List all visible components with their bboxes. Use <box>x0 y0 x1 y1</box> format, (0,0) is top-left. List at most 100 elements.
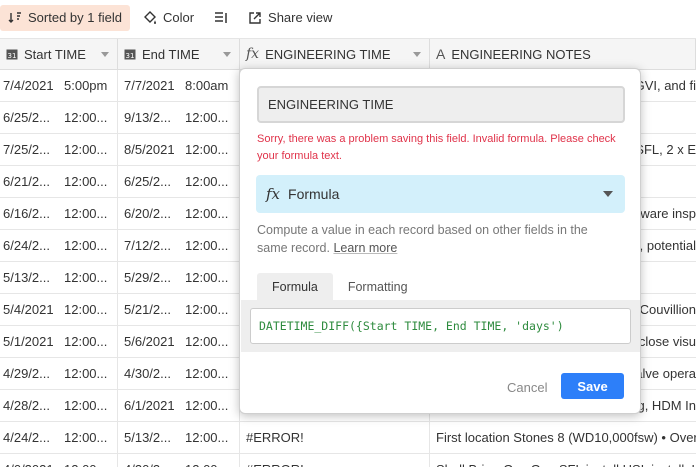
share-view-button[interactable]: Share view <box>240 5 340 31</box>
field-name-input[interactable]: ENGINEERING TIME <box>257 86 625 123</box>
end-time: 12:00... <box>185 430 229 445</box>
column-label: End TIME <box>142 46 200 62</box>
start-time-cell[interactable]: 6/21/2... 12:00... <box>0 166 118 197</box>
end-time-cell[interactable]: 6/20/2... 12:00... <box>118 198 240 229</box>
end-time-cell[interactable]: 5/21/2... 12:00... <box>118 294 240 325</box>
end-time: 12:00... <box>185 174 229 189</box>
color-button[interactable]: Color <box>134 5 202 31</box>
end-time: 12:00 <box>185 462 218 467</box>
start-date: 5/13/2... <box>3 270 50 285</box>
end-time-cell[interactable]: 8/5/2021 12:00... <box>118 134 240 165</box>
table-row[interactable]: 4/0/202112:004/20/212:00#ERROR!Shell Bri… <box>0 454 696 467</box>
start-date: 6/24/2... <box>3 238 50 253</box>
error-message: Sorry, there was a problem saving this f… <box>257 133 616 162</box>
column-header-end-time[interactable]: 31 End TIME <box>118 39 240 69</box>
start-time: 12:00... <box>64 110 108 125</box>
start-time-cell[interactable]: 7/4/2021 5:00pm <box>0 70 118 101</box>
field-type-description: Compute a value in each record based on … <box>257 221 617 257</box>
engineering-notes-cell[interactable]: First location Stones 8 (WD10,000fsw) • … <box>430 422 696 453</box>
sort-button[interactable]: Sorted by 1 field <box>0 4 130 31</box>
engineering-notes-cell[interactable]: Shell Briar: Gas Gen SFL install HSL ins… <box>430 454 696 467</box>
start-time-cell[interactable]: 5/4/2021 12:00... <box>0 294 118 325</box>
start-time: 12:00... <box>64 334 108 349</box>
formula-input[interactable]: DATETIME_DIFF({Start TIME, End TIME, 'da… <box>250 308 631 344</box>
engineering-notes-value: Shell Briar: Gas Gen SFL install HSL ins… <box>436 462 696 467</box>
end-date: 7/12/2... <box>124 238 171 253</box>
formula-icon: fx <box>246 46 260 62</box>
end-time: 12:00... <box>185 270 229 285</box>
end-date: 6/1/2021 <box>124 398 175 413</box>
engineering-time-cell[interactable]: #ERROR! <box>240 454 430 467</box>
end-time-cell[interactable]: 4/20/212:00 <box>118 454 240 467</box>
engineering-notes-value: close visu <box>638 334 696 349</box>
start-time: 12:00... <box>64 142 108 157</box>
end-time: 12:00... <box>185 366 229 381</box>
editor-tabs: Formula Formatting <box>257 273 423 300</box>
end-time: 12:00... <box>185 142 229 157</box>
tab-formatting[interactable]: Formatting <box>333 273 423 300</box>
end-time: 12:00... <box>185 398 229 413</box>
column-header-engineering-notes[interactable]: A ENGINEERING NOTES <box>430 39 696 69</box>
start-time-cell[interactable]: 6/16/2... 12:00... <box>0 198 118 229</box>
end-time-cell[interactable]: 9/13/2... 12:00... <box>118 102 240 133</box>
column-header-start-time[interactable]: 31 Start TIME <box>0 39 118 69</box>
field-type-select[interactable]: fx Formula <box>256 175 625 213</box>
engineering-notes-value: GVI, and fi <box>634 78 696 93</box>
engineering-time-value: #ERROR! <box>246 430 304 445</box>
start-time-cell[interactable]: 4/28/2... 12:00... <box>0 390 118 421</box>
start-time-cell[interactable]: 4/24/2... 12:00... <box>0 422 118 453</box>
start-time-cell[interactable]: 7/25/2... 12:00... <box>0 134 118 165</box>
start-time-cell[interactable]: 5/13/2... 12:00... <box>0 262 118 293</box>
end-time: 12:00... <box>185 302 229 317</box>
engineering-time-value: #ERROR! <box>246 462 304 467</box>
end-time-cell[interactable]: 5/13/2... 12:00... <box>118 422 240 453</box>
start-time-cell[interactable]: 4/29/2... 12:00... <box>0 358 118 389</box>
sort-label: Sorted by 1 field <box>28 10 122 25</box>
end-time-cell[interactable]: 7/12/2... 12:00... <box>118 230 240 261</box>
learn-more-link[interactable]: Learn more <box>333 241 397 255</box>
end-time-cell[interactable]: 4/30/2... 12:00... <box>118 358 240 389</box>
start-time-cell[interactable]: 4/0/202112:00 <box>0 454 118 467</box>
tab-formula[interactable]: Formula <box>257 273 333 300</box>
end-date: 6/25/2... <box>124 174 171 189</box>
start-date: 6/25/2... <box>3 110 50 125</box>
grid-header: 31 Start TIME 31 End TIME fx ENGINEERING… <box>0 38 696 70</box>
start-time: 12:00... <box>64 398 108 413</box>
end-time-cell[interactable]: 5/6/2021 12:00... <box>118 326 240 357</box>
column-header-engineering-time[interactable]: fx ENGINEERING TIME <box>240 39 430 69</box>
end-date: 9/13/2... <box>124 110 171 125</box>
start-time: 5:00pm <box>64 78 108 93</box>
end-time: 12:00... <box>185 238 229 253</box>
row-height-button[interactable] <box>206 5 236 31</box>
end-time-cell[interactable]: 7/7/2021 8:00am <box>118 70 240 101</box>
end-date: 8/5/2021 <box>124 142 175 157</box>
end-time-cell[interactable]: 6/1/2021 12:00... <box>118 390 240 421</box>
text-icon: A <box>436 46 446 62</box>
end-time-cell[interactable]: 5/29/2... 12:00... <box>118 262 240 293</box>
field-type-label: Formula <box>288 186 340 202</box>
engineering-notes-value: , potential <box>639 238 696 253</box>
table-row[interactable]: 4/24/2... 12:00... 5/13/2... 12:00... #ERROR… <box>0 422 696 454</box>
start-time: 12:00... <box>64 430 108 445</box>
save-button[interactable]: Save <box>561 373 624 399</box>
end-date: 4/20/2 <box>124 462 182 467</box>
chevron-down-icon[interactable] <box>223 52 231 57</box>
chevron-down-icon[interactable] <box>101 52 109 57</box>
end-date: 4/30/2... <box>124 366 171 381</box>
formula-icon: fx <box>266 185 281 203</box>
start-time: 12:00... <box>64 238 108 253</box>
end-time-cell[interactable]: 6/25/2... 12:00... <box>118 166 240 197</box>
start-date: 5/4/2021 <box>3 302 54 317</box>
start-time-cell[interactable]: 6/25/2... 12:00... <box>0 102 118 133</box>
chevron-down-icon[interactable] <box>413 52 421 57</box>
engineering-time-cell[interactable]: #ERROR! <box>240 422 430 453</box>
cancel-button[interactable]: Cancel <box>507 374 547 400</box>
start-date: 5/1/2021 <box>3 334 54 349</box>
start-time-cell[interactable]: 5/1/2021 12:00... <box>0 326 118 357</box>
description-text: Compute a value in each record based on … <box>257 223 588 255</box>
end-date: 5/13/2... <box>124 430 171 445</box>
end-time: 8:00am <box>185 78 229 93</box>
column-label: Start TIME <box>24 46 86 62</box>
start-time-cell[interactable]: 6/24/2... 12:00... <box>0 230 118 261</box>
sort-icon <box>8 11 22 25</box>
